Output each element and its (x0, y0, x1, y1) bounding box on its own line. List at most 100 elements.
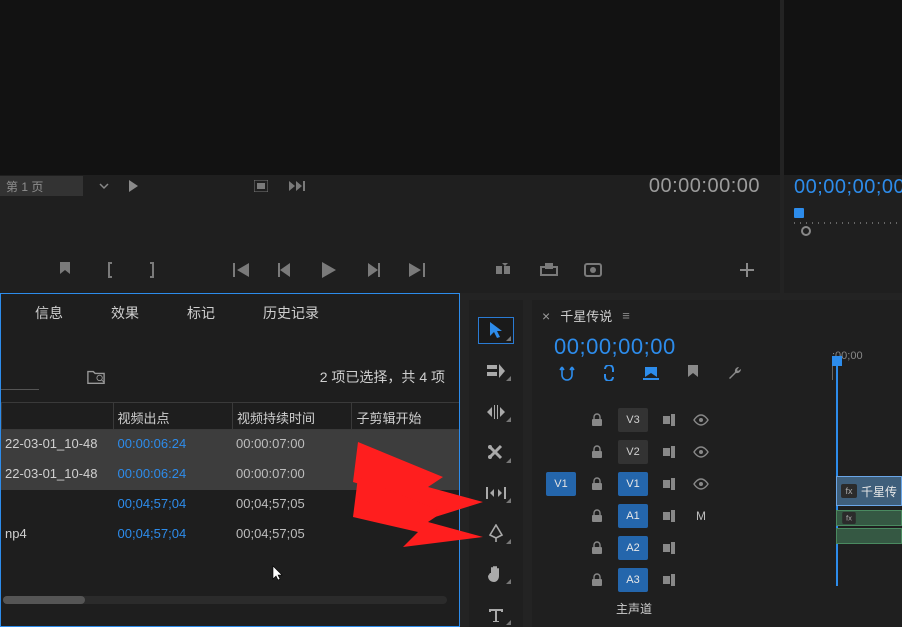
lock-icon[interactable] (586, 573, 608, 587)
tool-flyout-indicator (506, 498, 511, 503)
eye-icon[interactable] (690, 478, 712, 490)
go-to-in-icon[interactable] (232, 261, 250, 279)
add-marker-icon[interactable] (642, 364, 660, 382)
track-output-icon[interactable] (658, 446, 680, 458)
th-subclip-start[interactable]: 子剪辑开始 (351, 403, 459, 429)
track-master[interactable]: 主声道 (546, 600, 902, 617)
timeline-playhead[interactable] (832, 356, 842, 366)
skip-ahead-icon[interactable] (288, 177, 306, 195)
tab-history[interactable]: 历史记录 (263, 303, 319, 323)
go-to-out-icon[interactable] (408, 261, 426, 279)
settings-wrench-icon[interactable] (726, 364, 744, 382)
track-output-icon[interactable] (658, 542, 680, 554)
source-patch-v1[interactable]: V1 (546, 472, 576, 496)
tab-effects[interactable]: 效果 (111, 303, 139, 323)
lock-icon[interactable] (586, 477, 608, 491)
tool-flyout-indicator (506, 539, 511, 544)
timeline-marker-icon[interactable] (684, 364, 702, 382)
cell-name (1, 490, 113, 520)
fit-icon[interactable] (252, 177, 270, 195)
tab-markers[interactable]: 标记 (187, 303, 215, 323)
tab-info[interactable]: 信息 (35, 303, 63, 323)
cell-out: 00;04;57;04 (113, 490, 232, 520)
th-name[interactable] (1, 403, 113, 429)
selection-status: 2 项已选择，共 4 项 (320, 367, 445, 387)
lock-icon[interactable] (586, 509, 608, 523)
mute-label[interactable]: M (690, 509, 712, 523)
source-monitor-timecode[interactable]: 00:00:00:00 (649, 175, 760, 198)
eye-icon[interactable] (690, 446, 712, 458)
play-forward-icon[interactable] (125, 177, 143, 195)
track-label[interactable]: V1 (618, 472, 648, 496)
export-frame-icon[interactable] (584, 261, 602, 279)
program-monitor-ruler[interactable] (794, 208, 902, 232)
selection-tool[interactable] (479, 318, 513, 343)
track-header-a3[interactable]: A3 (546, 564, 902, 596)
timeline-ruler[interactable]: ;00;00 (832, 350, 902, 374)
track-label[interactable]: V2 (618, 440, 648, 464)
program-monitor-playhead[interactable] (794, 208, 804, 218)
lock-icon[interactable] (586, 541, 608, 555)
type-tool[interactable] (479, 602, 513, 627)
track-label[interactable]: V3 (618, 408, 648, 432)
th-video-duration[interactable]: 视频持续时间 (232, 403, 351, 429)
lock-icon[interactable] (586, 445, 608, 459)
video-clip[interactable]: fx 千星传 (836, 476, 902, 506)
source-monitor-viewport (0, 0, 780, 175)
cell-out: 00:00:06:24 (113, 430, 232, 460)
insert-icon[interactable] (496, 261, 514, 279)
panel-menu-icon[interactable]: ≡ (622, 308, 630, 323)
track-label[interactable]: A3 (618, 568, 648, 592)
ripple-edit-tool[interactable] (479, 399, 513, 424)
track-output-icon[interactable] (658, 510, 680, 522)
out-bracket-icon[interactable] (144, 261, 162, 279)
cell-dur: 00;04;57;05 (232, 490, 351, 520)
track-select-tool[interactable] (479, 359, 513, 384)
razor-tool[interactable] (479, 440, 513, 465)
page-dropdown[interactable]: 第 1 页 (0, 176, 83, 196)
audio-clip[interactable] (836, 528, 902, 544)
play-icon[interactable] (320, 261, 338, 279)
h-scrollbar-thumb[interactable] (3, 596, 85, 604)
track-output-icon[interactable] (658, 574, 680, 586)
linked-selection-icon[interactable] (600, 364, 618, 382)
search-input[interactable] (1, 364, 39, 390)
table-row[interactable]: 00;04;57;04 00;04;57;05 (1, 490, 459, 520)
marker-icon[interactable] (56, 261, 74, 279)
hand-tool[interactable] (479, 562, 513, 587)
track-output-icon[interactable] (658, 478, 680, 490)
project-panel: 信息 效果 标记 历史记录 2 项已选择，共 4 项 视频出点 视频持续时间 子… (0, 293, 460, 627)
tool-flyout-indicator (506, 336, 511, 341)
cell-sub (351, 520, 459, 550)
track-output-icon[interactable] (658, 414, 680, 426)
step-forward-icon[interactable] (364, 261, 382, 279)
timeline-timecode[interactable]: 00;00;00;00 (554, 334, 676, 360)
program-monitor-timecode[interactable]: 00;00;00;00 (794, 176, 902, 199)
timeline-title[interactable]: 千星传说 (560, 306, 612, 325)
chevron-down-icon[interactable] (95, 177, 113, 195)
lock-icon[interactable] (586, 413, 608, 427)
step-back-icon[interactable] (276, 261, 294, 279)
add-button-icon[interactable] (738, 261, 756, 279)
track-label[interactable]: A1 (618, 504, 648, 528)
th-video-out[interactable]: 视频出点 (113, 403, 232, 429)
slip-tool[interactable] (479, 481, 513, 506)
tool-flyout-indicator (506, 579, 511, 584)
track-label[interactable]: A2 (618, 536, 648, 560)
table-row[interactable]: 22-03-01_10-48 00:00:06:24 00:00:07:00 (1, 460, 459, 490)
folder-search-icon[interactable] (87, 368, 105, 386)
track-header-v3[interactable]: V3 (546, 404, 902, 436)
eye-icon[interactable] (690, 414, 712, 426)
fx-badge: fx (842, 512, 856, 524)
table-row[interactable]: np4 00;04;57;04 00;04;57;05 (1, 520, 459, 550)
cell-name: 22-03-01_10-48 (1, 430, 113, 460)
audio-clip[interactable]: fx (836, 510, 902, 526)
timeline-panel: × 千星传说 ≡ 00;00;00;00 ;00;00 V3 V2 (532, 300, 902, 627)
timeline-tab-close[interactable]: × (542, 308, 550, 324)
table-row[interactable]: 22-03-01_10-48 00:00:06:24 00:00:07:00 (1, 430, 459, 460)
snap-icon[interactable] (558, 364, 576, 382)
track-header-v2[interactable]: V2 (546, 436, 902, 468)
overwrite-icon[interactable] (540, 261, 558, 279)
pen-tool[interactable] (479, 521, 513, 546)
in-bracket-icon[interactable] (100, 261, 118, 279)
